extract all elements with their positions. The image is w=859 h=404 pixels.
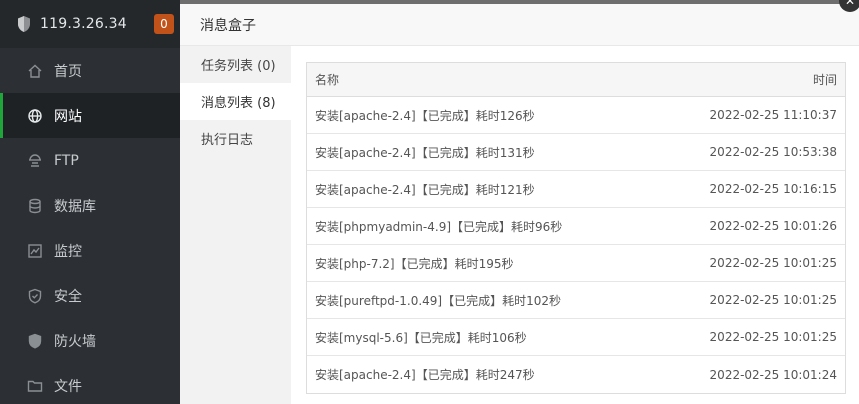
message-name: 安装[pureftpd-1.0.49]【已完成】耗时102秒 xyxy=(315,293,561,308)
home-icon xyxy=(27,63,43,79)
message-time: 2022-02-25 10:01:24 xyxy=(709,367,837,382)
server-shield-icon xyxy=(18,16,30,32)
message-time: 2022-02-25 11:10:37 xyxy=(709,108,837,122)
message-name: 安装[apache-2.4]【已完成】耗时247秒 xyxy=(315,368,535,382)
table-row: 安装[apache-2.4]【已完成】耗时247秒 2022-02-25 10:… xyxy=(307,356,845,393)
sidebar-item-label: FTP xyxy=(54,152,79,169)
shield-check-icon xyxy=(27,288,43,304)
table-row: 安装[mysql-5.6]【已完成】耗时106秒 2022-02-25 10:0… xyxy=(307,319,845,356)
column-header-name: 名称 xyxy=(315,73,340,87)
globe-icon xyxy=(27,108,43,124)
table-row: 安装[apache-2.4]【已完成】耗时131秒 2022-02-25 10:… xyxy=(307,134,845,171)
sidebar-item-label: 网站 xyxy=(54,108,82,125)
sidebar-item-files[interactable]: 文件 xyxy=(0,363,180,404)
message-box-dialog: 消息盒子 ✕ 任务列表 (0) 消息列表 (8) 执行日志 名称 时间 安装[a… xyxy=(180,0,859,404)
table-row: 安装[pureftpd-1.0.49]【已完成】耗时102秒 2022-02-2… xyxy=(307,282,845,319)
dialog-title: 消息盒子 xyxy=(180,4,859,46)
sidebar-item-label: 监控 xyxy=(54,243,82,260)
message-name: 安装[php-7.2]【已完成】耗时195秒 xyxy=(315,256,514,271)
sidebar: 119.3.26.34 0 首页 网站 FTP 数据库 监控 安全 防火墙 文件 xyxy=(0,0,180,404)
server-ip: 119.3.26.34 xyxy=(40,16,127,32)
sidebar-item-home[interactable]: 首页 xyxy=(0,48,180,93)
message-name: 安装[apache-2.4]【已完成】耗时126秒 xyxy=(315,108,535,123)
tab-execution-log[interactable]: 执行日志 xyxy=(180,120,291,157)
sidebar-item-label: 数据库 xyxy=(54,198,96,215)
message-time: 2022-02-25 10:53:38 xyxy=(709,145,837,159)
message-time: 2022-02-25 10:01:25 xyxy=(709,293,837,307)
message-time: 2022-02-25 10:01:26 xyxy=(709,219,837,233)
sidebar-item-label: 安全 xyxy=(54,288,82,305)
monitor-icon xyxy=(27,243,43,259)
message-name: 安装[phpmyadmin-4.9]【已完成】耗时96秒 xyxy=(315,219,563,234)
message-table: 名称 时间 安装[apache-2.4]【已完成】耗时126秒 2022-02-… xyxy=(306,62,846,394)
message-time: 2022-02-25 10:01:25 xyxy=(709,330,837,344)
sidebar-item-monitor[interactable]: 监控 xyxy=(0,228,180,273)
table-row: 安装[apache-2.4]【已完成】耗时126秒 2022-02-25 11:… xyxy=(307,97,845,134)
table-row: 安装[apache-2.4]【已完成】耗时121秒 2022-02-25 10:… xyxy=(307,171,845,208)
column-header-time: 时间 xyxy=(812,73,837,87)
firewall-icon xyxy=(27,333,43,349)
table-header: 名称 时间 xyxy=(307,63,845,97)
message-name: 安装[apache-2.4]【已完成】耗时121秒 xyxy=(315,182,535,197)
table-row: 安装[php-7.2]【已完成】耗时195秒 2022-02-25 10:01:… xyxy=(307,245,845,282)
sidebar-item-label: 文件 xyxy=(54,378,82,395)
database-icon xyxy=(27,198,43,214)
sidebar-header: 119.3.26.34 0 xyxy=(0,0,180,48)
sidebar-item-label: 首页 xyxy=(54,63,82,80)
message-name: 安装[apache-2.4]【已完成】耗时131秒 xyxy=(315,145,535,160)
tab-task-list[interactable]: 任务列表 (0) xyxy=(180,46,291,83)
message-time: 2022-02-25 10:01:25 xyxy=(709,256,837,270)
sidebar-item-website[interactable]: 网站 xyxy=(0,93,180,138)
message-count-badge[interactable]: 0 xyxy=(154,14,174,34)
message-time: 2022-02-25 10:16:15 xyxy=(709,182,837,196)
ftp-icon xyxy=(27,153,43,169)
sidebar-item-label: 防火墙 xyxy=(54,333,96,350)
sidebar-item-security[interactable]: 安全 xyxy=(0,273,180,318)
folder-icon xyxy=(27,378,43,394)
dialog-nav: 任务列表 (0) 消息列表 (8) 执行日志 xyxy=(180,46,291,404)
dialog-content: 名称 时间 安装[apache-2.4]【已完成】耗时126秒 2022-02-… xyxy=(291,46,859,404)
tab-message-list[interactable]: 消息列表 (8) xyxy=(180,83,291,120)
sidebar-item-database[interactable]: 数据库 xyxy=(0,183,180,228)
sidebar-item-ftp[interactable]: FTP xyxy=(0,138,180,183)
table-row: 安装[phpmyadmin-4.9]【已完成】耗时96秒 2022-02-25 … xyxy=(307,208,845,245)
message-name: 安装[mysql-5.6]【已完成】耗时106秒 xyxy=(315,330,527,345)
sidebar-item-firewall[interactable]: 防火墙 xyxy=(0,318,180,363)
